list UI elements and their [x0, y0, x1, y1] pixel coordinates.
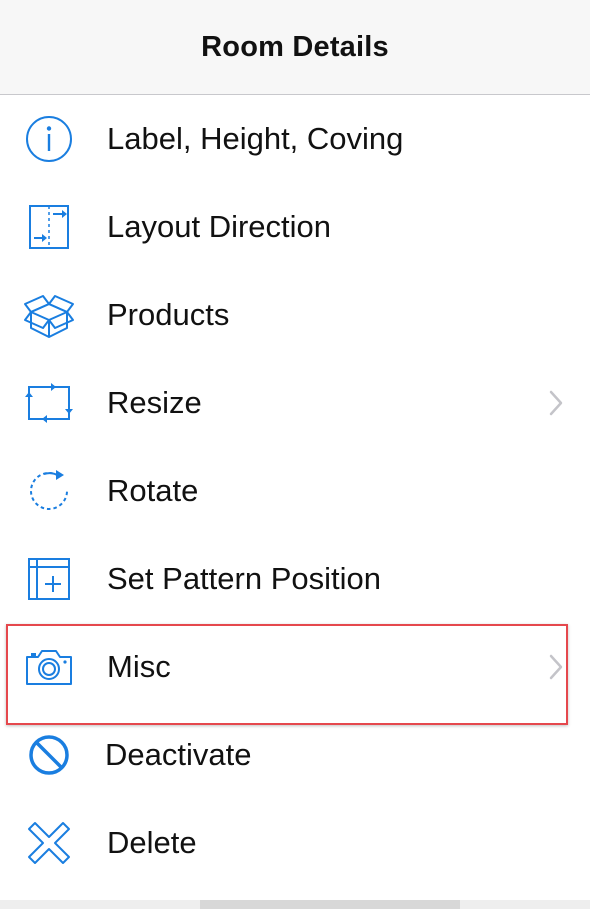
menu-item-label: Deactivate	[105, 737, 252, 772]
menu-item-label: Misc	[107, 649, 171, 684]
menu-item-layout-direction[interactable]: Layout Direction	[0, 183, 590, 271]
menu-item-label: Set Pattern Position	[107, 561, 381, 596]
deactivate-icon	[23, 729, 75, 781]
menu-item-set-pattern-position[interactable]: Set Pattern Position	[0, 535, 590, 623]
resize-icon	[23, 377, 75, 429]
menu-item-label: Products	[107, 297, 230, 332]
menu-item-resize[interactable]: Resize	[0, 359, 590, 447]
page-title: Room Details	[201, 30, 389, 63]
background-shadow	[200, 900, 460, 909]
layout-direction-icon	[23, 201, 75, 253]
chevron-right-icon	[549, 390, 563, 416]
header-bar: Room Details	[0, 0, 590, 95]
delete-icon	[23, 817, 75, 869]
menu-item-products[interactable]: Products	[0, 271, 590, 359]
background-strip	[0, 900, 590, 909]
menu-item-label: Layout Direction	[107, 209, 332, 244]
menu-item-label: Rotate	[107, 473, 199, 508]
menu-item-label-height-coving[interactable]: Label, Height, Coving	[0, 95, 590, 183]
menu-item-label: Label, Height, Coving	[107, 121, 404, 156]
menu-item-label: Delete	[107, 825, 197, 860]
info-icon	[23, 113, 75, 165]
chevron-right-icon	[549, 654, 563, 680]
menu-item-misc[interactable]: Misc	[0, 623, 590, 711]
pattern-position-icon	[23, 553, 75, 605]
rotate-icon	[23, 465, 75, 517]
camera-icon	[23, 641, 75, 693]
menu-item-rotate[interactable]: Rotate	[0, 447, 590, 535]
products-box-icon	[23, 289, 75, 341]
menu-item-deactivate[interactable]: Deactivate	[0, 711, 590, 799]
menu-item-label: Resize	[107, 385, 202, 420]
menu-item-delete[interactable]: Delete	[0, 799, 590, 887]
room-details-menu: Label, Height, Coving Layout Direction P…	[0, 95, 590, 887]
